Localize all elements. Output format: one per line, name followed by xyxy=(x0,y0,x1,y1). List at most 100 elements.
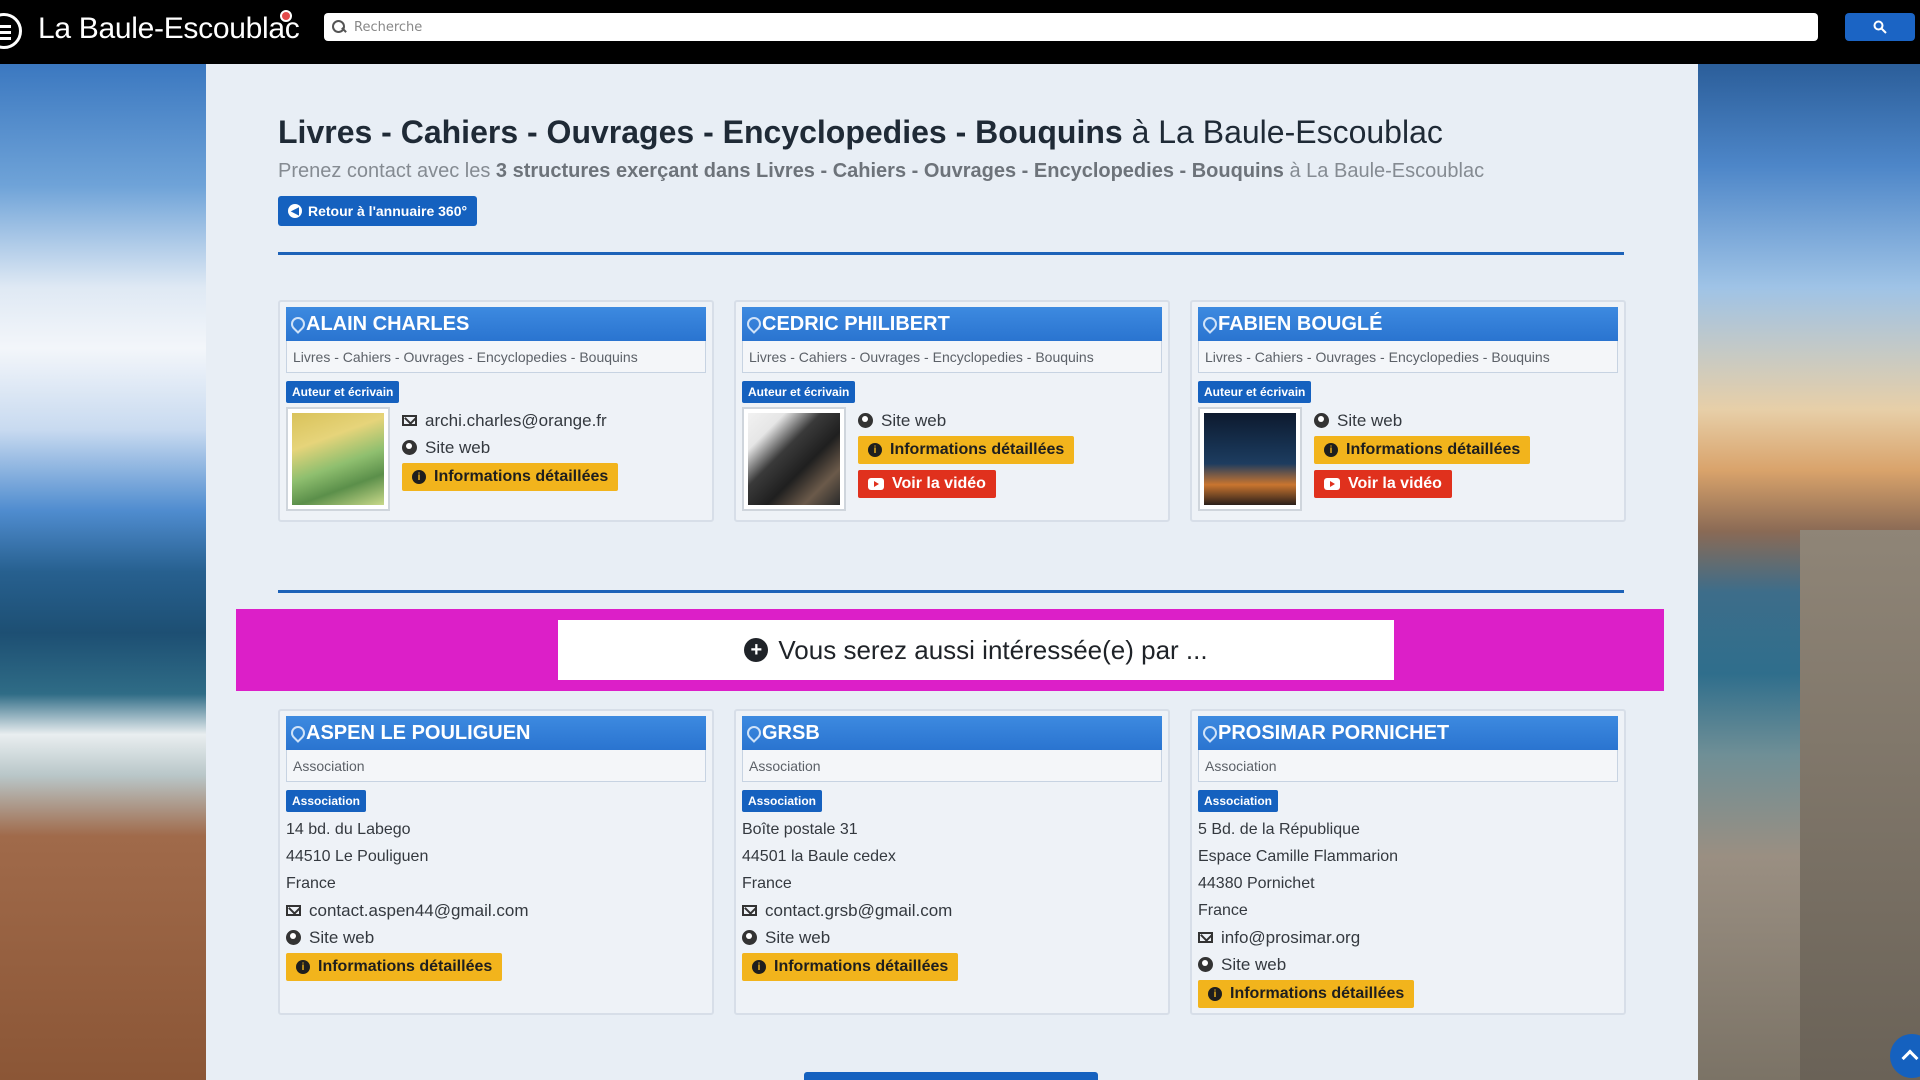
search-icon xyxy=(1873,20,1887,34)
email-text: archi.charles@orange.fr xyxy=(425,410,607,430)
envelope-icon xyxy=(286,905,301,916)
email-text: contact.grsb@gmail.com xyxy=(765,900,953,920)
details-label: Informations détaillées xyxy=(1230,985,1405,1002)
card-email[interactable]: contact.grsb@gmail.com xyxy=(742,897,1168,924)
card-website-link[interactable]: Site web xyxy=(1314,407,1530,434)
address-line: Espace Camille Flammarion xyxy=(1198,848,1399,865)
website-text: Site web xyxy=(309,927,375,947)
globe-icon xyxy=(286,930,301,945)
details-button[interactable]: i Informations détaillées xyxy=(858,436,1075,464)
card-name: CEDRIC PHILIBERT xyxy=(762,312,950,335)
back-button-label: Retour à l'annuaire 360° xyxy=(308,203,468,219)
map-pin-icon xyxy=(746,726,758,741)
card-website-link[interactable]: Site web xyxy=(1198,951,1624,978)
plus-circle-icon: + xyxy=(744,638,769,662)
details-label: Informations détaillées xyxy=(1346,441,1521,458)
subtitle-bold: 3 structures exerçant dans Livres - Cahi… xyxy=(495,160,1284,182)
address-line: France xyxy=(1198,902,1248,919)
watch-video-button[interactable]: Voir la vidéo xyxy=(858,470,996,498)
card-category: Livres - Cahiers - Ouvrages - Encycloped… xyxy=(286,341,706,373)
page-title-location: à La Baule-Escoublac xyxy=(1122,114,1443,150)
card-email[interactable]: info@prosimar.org xyxy=(1198,924,1624,951)
recommendation-heading[interactable]: + Vous serez aussi intéressée(e) par ... xyxy=(558,620,1394,680)
details-button[interactable]: i Informations détaillées xyxy=(286,953,503,981)
notification-dot-icon xyxy=(280,10,292,22)
subtitle-pre: Prenez contact avec les xyxy=(278,160,496,182)
youtube-icon xyxy=(1324,478,1340,490)
card-badge: Association xyxy=(1198,790,1279,812)
details-label: Informations détaillées xyxy=(434,468,609,485)
subtitle-post: à La Baule-Escoublac xyxy=(1283,160,1485,182)
page-title-topic: Livres - Cahiers - Ouvrages - Encycloped… xyxy=(278,114,1123,150)
card-email[interactable]: contact.aspen44@gmail.com xyxy=(286,897,712,924)
book-cover-image[interactable] xyxy=(1198,407,1302,511)
card-title[interactable]: CEDRIC PHILIBERT xyxy=(742,307,1162,341)
card-badge: Association xyxy=(286,790,367,812)
recommendation-text: Vous serez aussi intéressée(e) par ... xyxy=(778,634,1208,665)
map-pin-icon xyxy=(746,317,758,332)
background-beach-left xyxy=(0,64,206,1080)
details-button[interactable]: i Informations détaillées xyxy=(402,463,619,491)
globe-icon xyxy=(858,413,873,428)
card-website-link[interactable]: Site web xyxy=(742,924,1168,951)
details-label: Informations détaillées xyxy=(318,958,493,975)
card-badge: Auteur et écrivain xyxy=(1198,381,1312,403)
globe-icon xyxy=(1314,413,1329,428)
address-block: 5 Bd. de la République Espace Camille Fl… xyxy=(1192,816,1624,1010)
envelope-icon xyxy=(1198,932,1213,943)
video-label: Voir la vidéo xyxy=(892,475,986,492)
back-to-directory-button[interactable]: ◀ Retour à l'annuaire 360° xyxy=(278,196,478,226)
card-title[interactable]: ASPEN LE POULIGUEN xyxy=(286,716,706,750)
card-title[interactable]: GRSB xyxy=(742,716,1162,750)
background-shore xyxy=(1800,530,1920,1080)
details-button[interactable]: i Informations détaillées xyxy=(1198,980,1415,1008)
card-title[interactable]: ALAIN CHARLES xyxy=(286,307,706,341)
address-line: 14 bd. du Labego xyxy=(286,821,411,838)
main-content: Livres - Cahiers - Ouvrages - Encycloped… xyxy=(206,64,1698,1080)
address-line: Boîte postale 31 xyxy=(742,821,858,838)
card-category: Livres - Cahiers - Ouvrages - Encycloped… xyxy=(742,341,1162,373)
card-website-link[interactable]: Site web xyxy=(402,434,618,461)
card-badge: Association xyxy=(742,790,823,812)
card-email[interactable]: archi.charles@orange.fr xyxy=(402,407,618,434)
address-line: France xyxy=(742,875,792,892)
menu-icon[interactable] xyxy=(0,13,22,49)
search-button[interactable] xyxy=(1845,13,1915,41)
site-brand[interactable]: La Baule-Escoublac xyxy=(38,12,300,46)
card-name: PROSIMAR PORNICHET xyxy=(1218,721,1450,744)
search-input[interactable] xyxy=(354,19,1754,35)
related-card: ASPEN LE POULIGUEN Association Associati… xyxy=(278,709,714,1015)
details-button[interactable]: i Informations détaillées xyxy=(742,953,959,981)
card-badge: Auteur et écrivain xyxy=(286,381,400,403)
top-navbar: La Baule-Escoublac xyxy=(0,0,1920,64)
load-more-button[interactable] xyxy=(804,1072,1098,1080)
card-title[interactable]: PROSIMAR PORNICHET xyxy=(1198,716,1618,750)
map-pin-icon xyxy=(1202,317,1214,332)
card-name: ALAIN CHARLES xyxy=(306,312,470,335)
card-title[interactable]: FABIEN BOUGLÉ xyxy=(1198,307,1618,341)
address-block: Boîte postale 31 44501 la Baule cedex Fr… xyxy=(736,816,1168,983)
card-website-link[interactable]: Site web xyxy=(286,924,712,951)
info-icon: i xyxy=(296,960,310,974)
info-icon: i xyxy=(752,960,766,974)
card-website-link[interactable]: Site web xyxy=(858,407,1074,434)
info-icon: i xyxy=(1208,987,1222,1001)
book-cover-image[interactable] xyxy=(286,407,390,511)
search-bar xyxy=(324,13,1818,41)
card-badge: Auteur et écrivain xyxy=(742,381,856,403)
website-text: Site web xyxy=(765,927,831,947)
address-line: 44510 Le Pouliguen xyxy=(286,848,429,865)
website-text: Site web xyxy=(881,410,947,430)
watch-video-button[interactable]: Voir la vidéo xyxy=(1314,470,1452,498)
listing-card: ALAIN CHARLES Livres - Cahiers - Ouvrage… xyxy=(278,300,714,522)
card-category: Association xyxy=(286,750,706,782)
globe-icon xyxy=(1198,957,1213,972)
listing-card: CEDRIC PHILIBERT Livres - Cahiers - Ouvr… xyxy=(734,300,1170,522)
page-subtitle: Prenez contact avec les 3 structures exe… xyxy=(278,160,1484,183)
email-text: contact.aspen44@gmail.com xyxy=(309,900,529,920)
details-button[interactable]: i Informations détaillées xyxy=(1314,436,1531,464)
info-icon: i xyxy=(1324,443,1338,457)
search-icon xyxy=(332,20,346,34)
author-photo[interactable] xyxy=(742,407,846,511)
section-divider xyxy=(278,252,1624,255)
